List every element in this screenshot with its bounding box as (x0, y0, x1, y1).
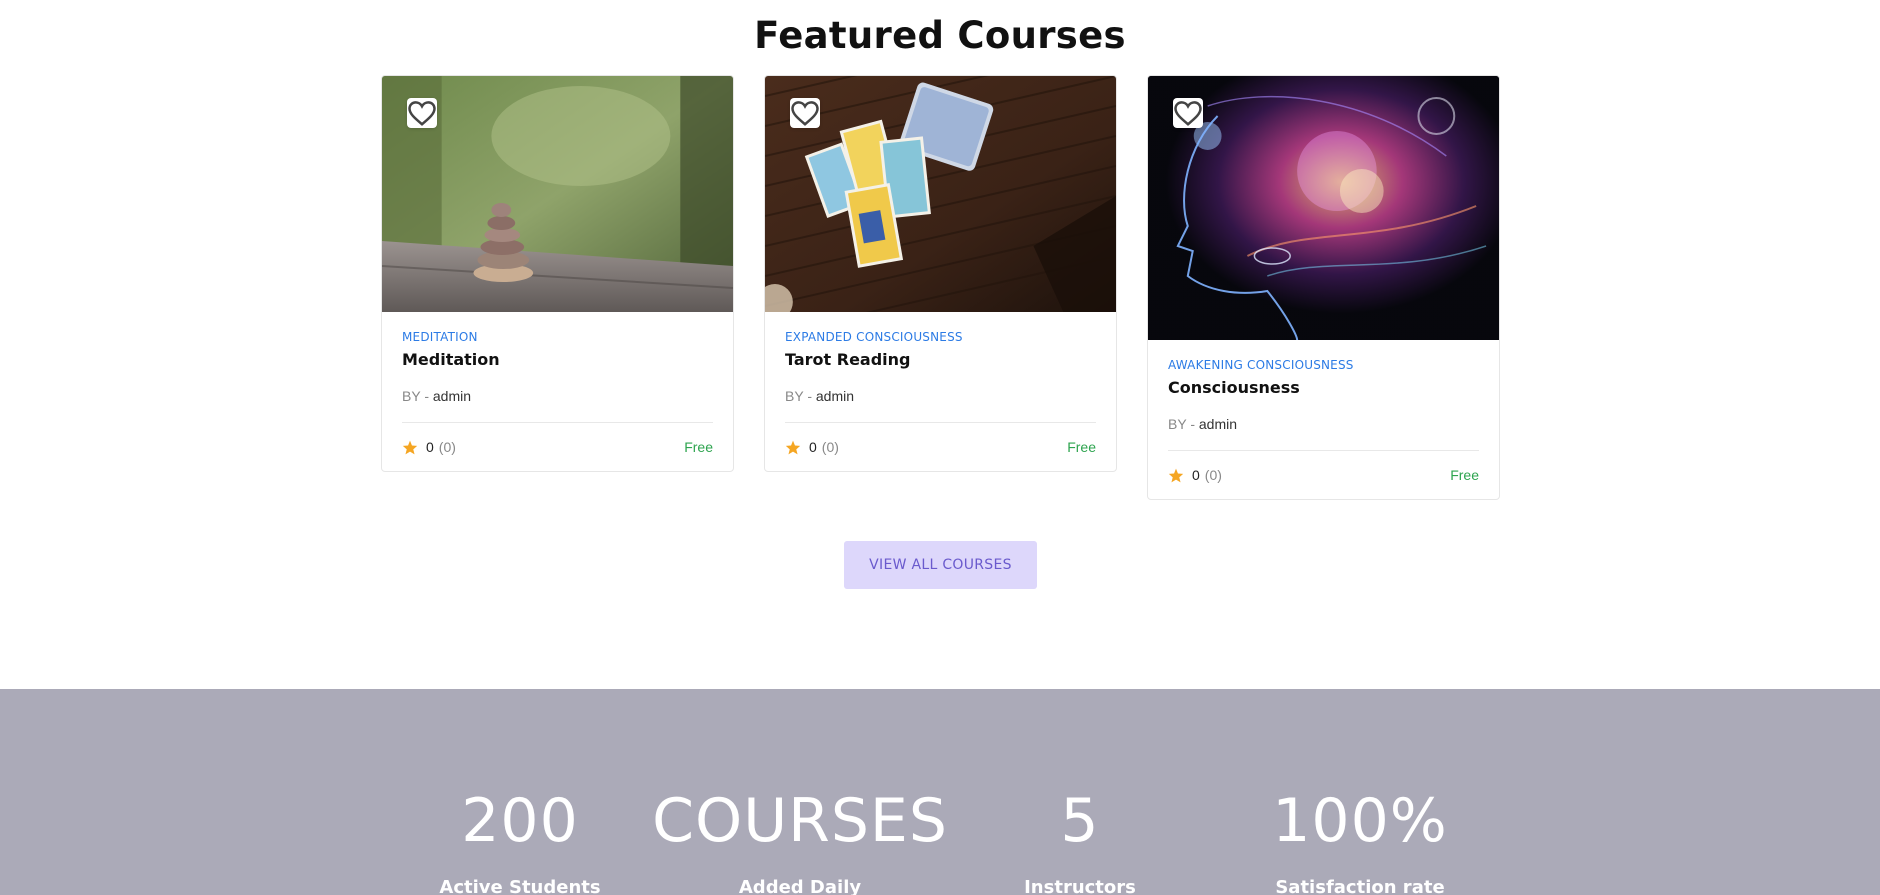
course-thumbnail[interactable] (765, 76, 1116, 312)
course-meta: 0 (0) Free (785, 423, 1096, 471)
author-name[interactable]: admin (816, 388, 854, 404)
course-thumbnail[interactable] (1148, 76, 1499, 340)
course-card-tarot-reading[interactable]: EXPANDED CONSCIOUSNESS Tarot Reading BY … (764, 75, 1117, 472)
stat-added-daily: COURSES Added Daily (640, 689, 960, 895)
course-rating: 0 (0) (402, 439, 456, 455)
course-author: BY - admin (785, 388, 1096, 404)
author-name[interactable]: admin (1199, 416, 1237, 432)
rating-count: (0) (1204, 467, 1222, 483)
course-category[interactable]: AWAKENING CONSCIOUSNESS (1168, 358, 1479, 372)
author-prefix: BY - (1168, 416, 1195, 432)
course-rating: 0 (0) (785, 439, 839, 455)
heart-outline-icon (1174, 101, 1202, 126)
stat-label: Added Daily (738, 877, 862, 895)
course-category[interactable]: EXPANDED CONSCIOUSNESS (785, 330, 1096, 344)
stat-label: Satisfaction rate (1275, 877, 1445, 895)
star-icon (1168, 468, 1184, 483)
course-card-meditation[interactable]: MEDITATION Meditation BY - admin 0 (0) F… (381, 75, 734, 472)
stat-active-students: 200 Active Students (420, 689, 620, 895)
star-icon (785, 440, 801, 455)
heart-outline-icon (408, 101, 436, 126)
course-title[interactable]: Consciousness (1168, 379, 1479, 397)
course-thumbnail[interactable] (382, 76, 733, 312)
view-all-courses-button[interactable]: VIEW ALL COURSES (844, 541, 1037, 589)
stat-value: 5 (1060, 786, 1100, 856)
course-title[interactable]: Meditation (402, 351, 713, 369)
rating-value: 0 (809, 439, 817, 455)
course-author: BY - admin (1168, 416, 1479, 432)
course-price: Free (684, 439, 713, 455)
course-meta: 0 (0) Free (1168, 451, 1479, 499)
wishlist-button[interactable] (790, 98, 820, 128)
stat-value: 200 (461, 786, 579, 856)
rating-count: (0) (821, 439, 839, 455)
course-meta: 0 (0) Free (402, 423, 713, 471)
stat-value: 100% (1272, 786, 1448, 856)
heart-outline-icon (791, 101, 819, 126)
course-title[interactable]: Tarot Reading (785, 351, 1096, 369)
rating-value: 0 (1192, 467, 1200, 483)
course-category[interactable]: MEDITATION (402, 330, 713, 344)
course-rating: 0 (0) (1168, 467, 1222, 483)
stat-label: Instructors (1024, 877, 1136, 895)
rating-count: (0) (438, 439, 456, 455)
course-author: BY - admin (402, 388, 713, 404)
stat-instructors: 5 Instructors (980, 689, 1180, 895)
wishlist-button[interactable] (407, 98, 437, 128)
stat-label: Active Students (439, 877, 601, 895)
stat-satisfaction-rate: 100% Satisfaction rate (1240, 689, 1480, 895)
section-title: Featured Courses (754, 14, 1126, 57)
author-prefix: BY - (402, 388, 429, 404)
wishlist-button[interactable] (1173, 98, 1203, 128)
author-prefix: BY - (785, 388, 812, 404)
rating-value: 0 (426, 439, 434, 455)
star-icon (402, 440, 418, 455)
course-price: Free (1067, 439, 1096, 455)
author-name[interactable]: admin (433, 388, 471, 404)
course-card-consciousness[interactable]: AWAKENING CONSCIOUSNESS Consciousness BY… (1147, 75, 1500, 500)
stats-section: 200 Active Students COURSES Added Daily … (0, 689, 1880, 895)
course-price: Free (1450, 467, 1479, 483)
stat-value: COURSES (652, 786, 948, 856)
